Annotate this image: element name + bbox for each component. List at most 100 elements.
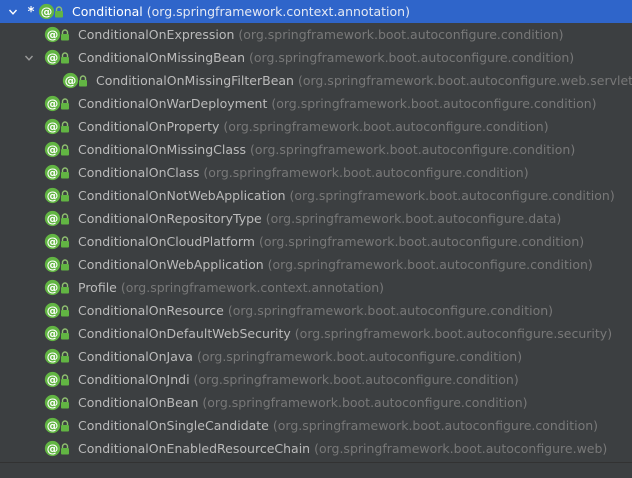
tree-row[interactable]: @ ConditionalOnMissingClass (org.springfr…	[0, 138, 632, 161]
annotation-type-icon: @	[44, 26, 61, 43]
lock-icon	[60, 190, 70, 202]
node-icons: @	[44, 417, 74, 434]
node-icons: @	[44, 348, 74, 365]
node-icons: @	[44, 49, 74, 66]
node-label: ConditionalOnBean (org.springframework.b…	[78, 391, 528, 414]
node-label: ConditionalOnResource (org.springframewo…	[78, 299, 553, 322]
svg-text:@: @	[47, 27, 59, 41]
node-label: ConditionalOnWebApplication (org.springf…	[78, 253, 593, 276]
type-hierarchy-tree[interactable]: * @ Conditional (org.springframework.conte…	[0, 0, 632, 462]
node-icons: @	[44, 26, 74, 43]
annotation-type-icon: @	[44, 256, 61, 273]
tree-row[interactable]: @ ConditionalOnProperty (org.springframew…	[0, 115, 632, 138]
svg-text:@: @	[47, 349, 59, 363]
class-name: Profile	[78, 280, 117, 295]
package-name: (org.springframework.boot.autoconfigure.…	[249, 50, 575, 65]
lock-icon	[60, 259, 70, 271]
node-label: ConditionalOnClass (org.springframework.…	[78, 161, 529, 184]
chevron-down-icon[interactable]	[6, 0, 20, 23]
svg-text:@: @	[47, 96, 59, 110]
annotation-type-icon: @	[44, 164, 61, 181]
class-name: ConditionalOnRepositoryType	[78, 211, 262, 226]
tree-row[interactable]: @ ConditionalOnNotWebApplication (org.spr…	[0, 184, 632, 207]
annotation-type-icon: @	[38, 3, 55, 20]
svg-text:@: @	[47, 165, 59, 179]
lock-icon	[60, 328, 70, 340]
svg-text:@: @	[47, 280, 59, 294]
tree-row[interactable]: @ Profile (org.springframework.context.an…	[0, 276, 632, 299]
annotation-type-icon: @	[44, 394, 61, 411]
class-name: ConditionalOnCloudPlatform	[78, 234, 255, 249]
node-label: ConditionalOnDefaultWebSecurity (org.spr…	[78, 322, 612, 345]
tree-row[interactable]: @ ConditionalOnCloudPlatform (org.springf…	[0, 230, 632, 253]
package-name: (org.springframework.boot.autoconfigure.…	[227, 303, 554, 318]
annotation-type-icon: @	[44, 417, 61, 434]
annotation-type-icon: @	[44, 49, 61, 66]
svg-text:@: @	[47, 50, 59, 64]
annotation-type-icon: @	[44, 302, 61, 319]
svg-text:@: @	[47, 441, 59, 455]
svg-text:@: @	[47, 119, 59, 133]
annotation-type-icon: @	[44, 348, 61, 365]
class-name: ConditionalOnMissingClass	[78, 142, 247, 157]
svg-text:@: @	[47, 142, 59, 156]
svg-text:@: @	[47, 395, 59, 409]
package-name: (org.springframework.boot.autoconfigure.…	[271, 96, 597, 111]
svg-text:@: @	[41, 4, 53, 18]
tree-row[interactable]: @ ConditionalOnMissingFilterBean (org.spr…	[0, 69, 632, 92]
package-name: (org.springframework.boot.autoconfigure.…	[196, 349, 523, 364]
lock-icon	[54, 6, 64, 18]
package-name: (org.springframework.boot.autoconfigure.…	[223, 119, 549, 134]
annotation-type-icon: @	[44, 371, 61, 388]
node-icons: @	[44, 210, 74, 227]
lock-icon	[60, 236, 70, 248]
tree-row[interactable]: @ ConditionalOnWarDeployment (org.springf…	[0, 92, 632, 115]
tree-row[interactable]: @ ConditionalOnJava (org.springframework.…	[0, 345, 632, 368]
tree-row[interactable]: @ ConditionalOnWebApplication (org.spring…	[0, 253, 632, 276]
package-name: (org.springframework.boot.autoconfigure.…	[258, 234, 585, 249]
package-name: (org.springframework.boot.autoconfigure.…	[289, 188, 615, 203]
focus-marker: *	[27, 5, 35, 20]
tree-row[interactable]: @ ConditionalOnSingleCandidate (org.sprin…	[0, 414, 632, 437]
svg-text:@: @	[47, 326, 59, 340]
package-name: (org.springframework.boot.autoconfigure.…	[272, 418, 599, 433]
node-icons: @	[44, 95, 74, 112]
package-name: (org.springframework.boot.autoconfigure.…	[193, 372, 519, 387]
annotation-type-icon: @	[44, 233, 61, 250]
chevron-down-icon[interactable]	[22, 46, 36, 69]
package-name: (org.springframework.boot.autoconfigure.…	[294, 326, 613, 341]
package-name: (org.springframework.boot.autoconfigure.…	[250, 142, 576, 157]
lock-icon	[60, 443, 70, 455]
tree-row[interactable]: @ ConditionalOnExpression (org.springfram…	[0, 23, 632, 46]
class-name: ConditionalOnBean	[78, 395, 199, 410]
annotation-type-icon: @	[44, 95, 61, 112]
lock-icon	[60, 305, 70, 317]
tree-row[interactable]: @ ConditionalOnMissingBean (org.springfra…	[0, 46, 632, 69]
node-icons: @	[44, 279, 74, 296]
horizontal-scrollbar[interactable]	[0, 462, 632, 478]
annotation-type-icon: @	[44, 141, 61, 158]
lock-icon	[60, 29, 70, 41]
lock-icon	[60, 397, 70, 409]
tree-row[interactable]: @ ConditionalOnResource (org.springframew…	[0, 299, 632, 322]
class-name: ConditionalOnDefaultWebSecurity	[78, 326, 291, 341]
svg-text:@: @	[47, 418, 59, 432]
tree-row[interactable]: @ ConditionalOnClass (org.springframework…	[0, 161, 632, 184]
class-name: ConditionalOnWebApplication	[78, 257, 264, 272]
node-icons: @	[44, 440, 74, 457]
tree-row[interactable]: @ ConditionalOnBean (org.springframework.…	[0, 391, 632, 414]
tree-row[interactable]: @ ConditionalOnJndi (org.springframework.…	[0, 368, 632, 391]
node-icons: @	[44, 325, 74, 342]
node-icons: @	[44, 302, 74, 319]
annotation-type-icon: @	[44, 118, 61, 135]
node-label: ConditionalOnMissingBean (org.springfram…	[78, 46, 574, 69]
class-name: ConditionalOnProperty	[78, 119, 220, 134]
lock-icon	[60, 351, 70, 363]
annotation-type-icon: @	[44, 325, 61, 342]
tree-row[interactable]: @ ConditionalOnEnabledResourceChain (org.…	[0, 437, 632, 460]
node-icons: @	[44, 371, 74, 388]
tree-row-root[interactable]: * @ Conditional (org.springframework.conte…	[0, 0, 632, 23]
node-icons: @	[44, 118, 74, 135]
tree-row[interactable]: @ ConditionalOnRepositoryType (org.spring…	[0, 207, 632, 230]
tree-row[interactable]: @ ConditionalOnDefaultWebSecurity (org.sp…	[0, 322, 632, 345]
